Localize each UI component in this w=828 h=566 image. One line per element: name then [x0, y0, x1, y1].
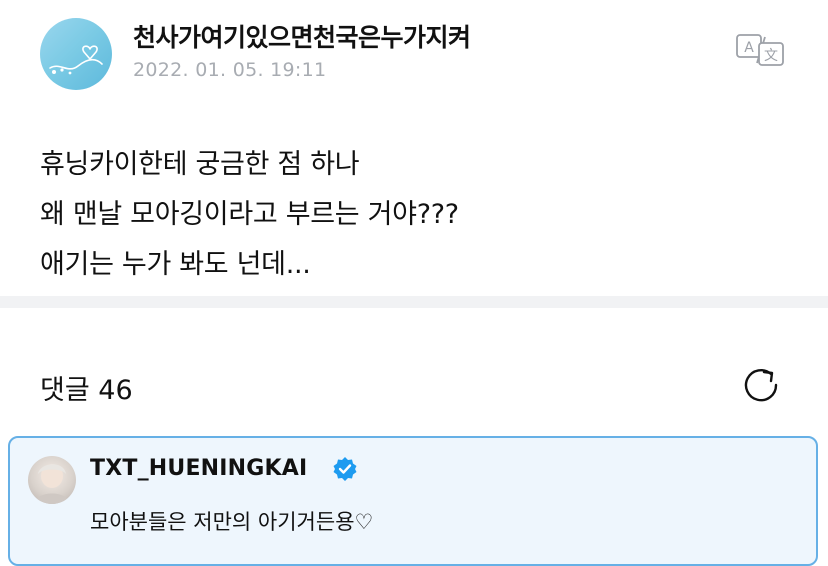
post-timestamp: 2022. 01. 05. 19:11 — [133, 59, 327, 81]
section-divider — [0, 296, 828, 308]
svg-text:文: 文 — [764, 48, 778, 64]
verified-badge — [332, 456, 358, 482]
avatar-heart-doodle-icon — [49, 45, 103, 75]
post-author-name[interactable]: 천사가여기있으면천국은누가지켜 — [133, 18, 471, 54]
comments-header: 댓글 46 — [0, 308, 828, 428]
comments-count-title: 댓글 46 — [40, 375, 133, 406]
translate-button[interactable]: A 文 — [735, 33, 785, 67]
avatar-photo-icon — [34, 464, 70, 504]
post-body-line: 애기는 누가 봐도 넌데... — [40, 249, 311, 280]
translate-icon: A 文 — [736, 34, 784, 66]
refresh-icon — [744, 369, 778, 402]
post-header: 천사가여기있으면천국은누가지켜 2022. 01. 05. 19:11 — [0, 0, 828, 100]
post-body: 휴닝카이한테 궁금한 점 하나 왜 맨날 모아깅이라고 부르는 거야??? 애기… — [40, 140, 800, 290]
verified-badge-icon — [333, 457, 357, 481]
svg-text:A: A — [744, 40, 754, 56]
comment-author-name[interactable]: TXT_HUENINGKAI — [90, 456, 307, 481]
comment-text: 모아분들은 저만의 아기거든용♡ — [90, 510, 374, 534]
highlighted-comment[interactable]: TXT_HUENINGKAI 모아분들은 저만의 아기거든용♡ — [8, 436, 818, 566]
post-body-line: 휴닝카이한테 궁금한 점 하나 — [40, 149, 360, 180]
comment-author-avatar[interactable] — [28, 456, 76, 504]
author-avatar[interactable] — [40, 18, 112, 90]
refresh-button[interactable] — [740, 364, 782, 406]
post-body-line: 왜 맨날 모아깅이라고 부르는 거야??? — [40, 199, 459, 230]
